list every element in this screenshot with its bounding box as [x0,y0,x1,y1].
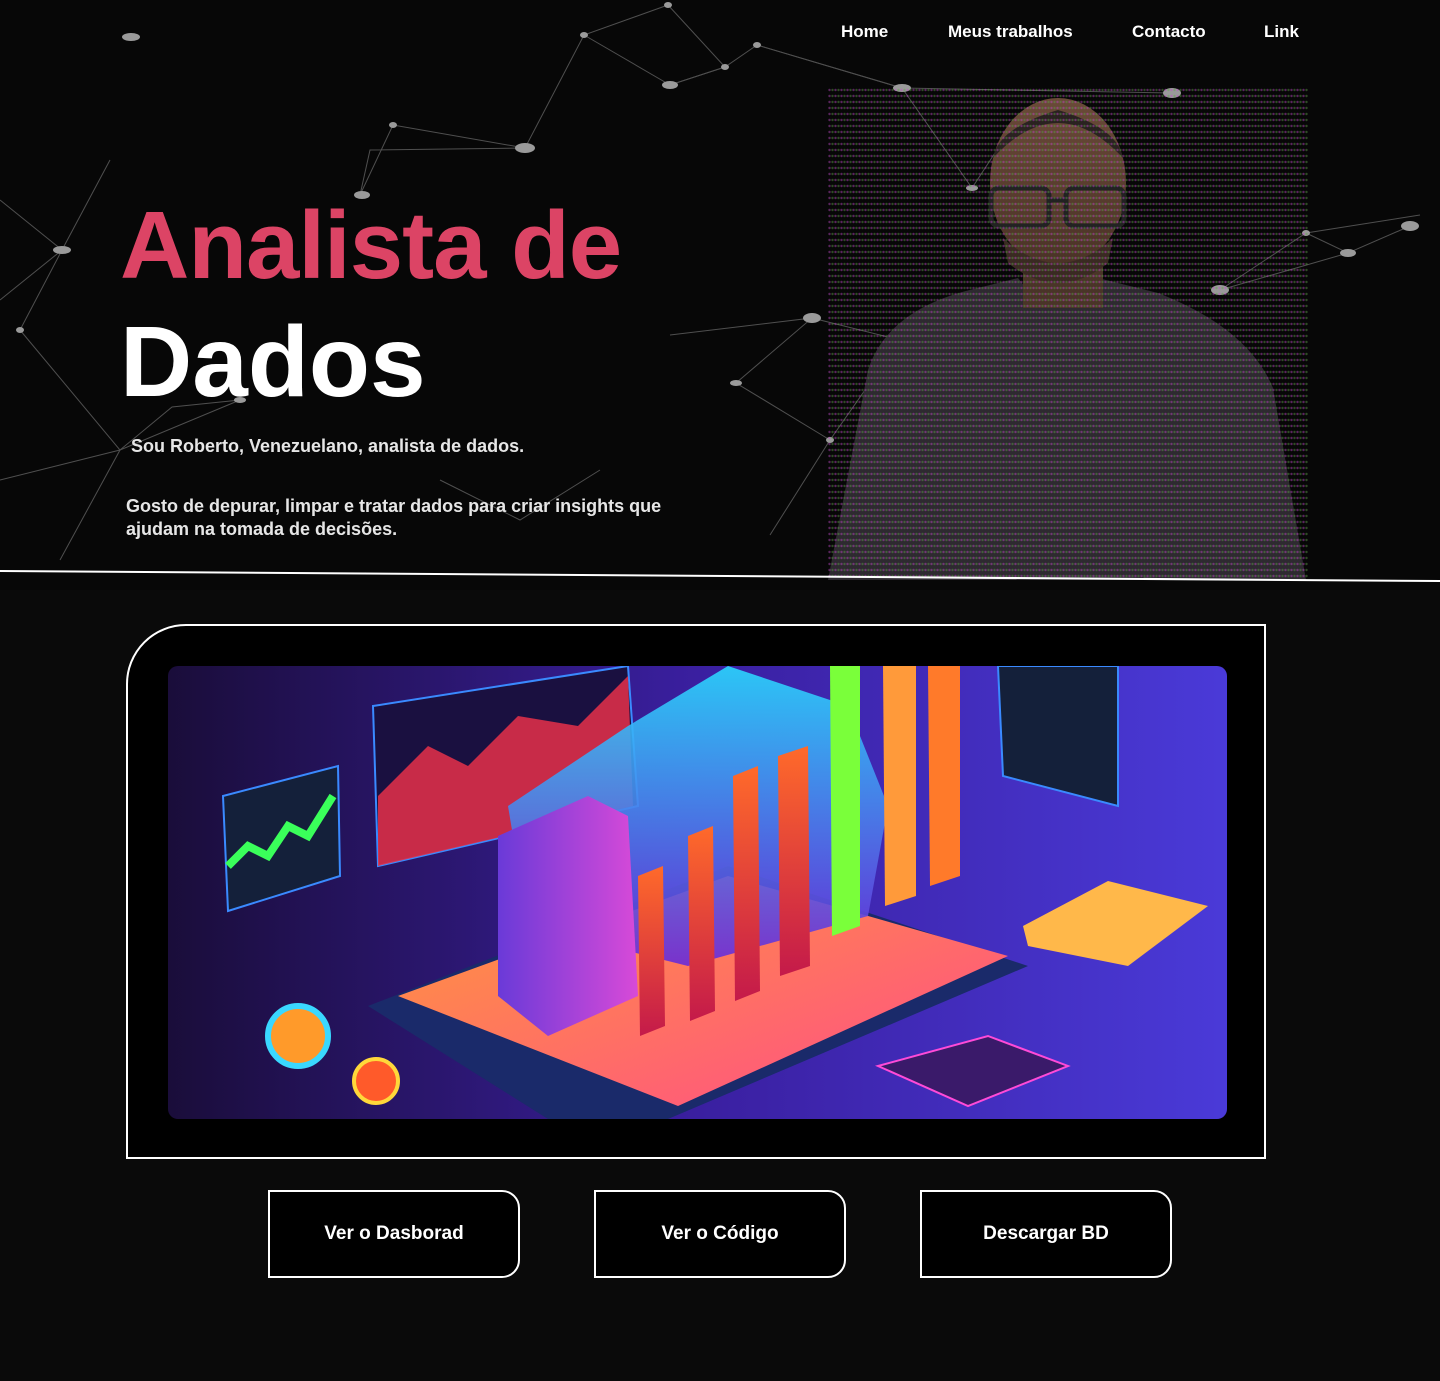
view-code-button[interactable]: Ver o Código [594,1190,846,1278]
nav-link-home[interactable]: Home [841,22,888,42]
hero-intro-text: Sou Roberto, Venezuelano, analista de da… [131,436,525,456]
action-buttons-row: Ver o Dasborad Ver o Código Descargar BD [0,1190,1440,1280]
nav-link-contacto[interactable]: Contacto [1132,22,1206,42]
download-database-button[interactable]: Descargar BD [920,1190,1172,1278]
hero-section: Home Meus trabalhos Contacto Link Analis… [0,0,1440,590]
section-divider-line [0,570,1440,582]
nav-link-link[interactable]: Link [1264,22,1299,42]
top-navigation: Home Meus trabalhos Contacto Link [0,22,1440,50]
hero-title-line2: Dados [120,306,426,418]
project-illustration[interactable] [168,666,1227,1119]
profile-portrait [828,88,1308,580]
hero-description-text: Gosto de depurar, limpar e tratar dados … [126,496,662,539]
hero-title-line1: Analista de [120,192,622,299]
project-card [126,624,1266,1159]
view-dashboard-button[interactable]: Ver o Dasborad [268,1190,520,1278]
nav-link-meus-trabalhos[interactable]: Meus trabalhos [948,22,1073,42]
